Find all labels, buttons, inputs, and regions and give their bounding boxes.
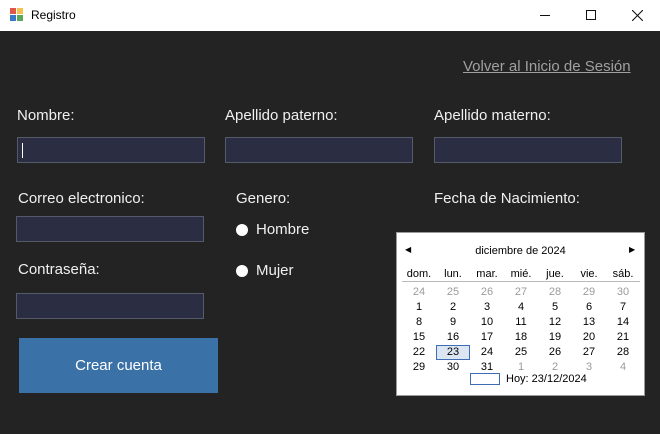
calendar-day[interactable]: 26 xyxy=(470,285,504,300)
correo-label: Correo electronico: xyxy=(18,190,145,207)
crear-cuenta-button[interactable]: Crear cuenta xyxy=(19,338,218,393)
weekday-label: sáb. xyxy=(612,268,634,280)
title-bar: Registro xyxy=(0,0,660,31)
weekday-label: dom. xyxy=(406,268,432,280)
app-icon xyxy=(10,8,24,22)
calendar-today-footer[interactable]: Hoy: 23/12/2024 xyxy=(470,373,587,385)
nombre-input[interactable] xyxy=(17,137,205,163)
calendar-week: 15 16 17 18 19 20 21 xyxy=(402,330,640,345)
calendar-day[interactable]: 20 xyxy=(572,330,606,345)
calendar-day[interactable]: 22 xyxy=(402,345,436,360)
apellido-paterno-input[interactable] xyxy=(225,137,413,163)
calendar-day[interactable]: 6 xyxy=(572,300,606,315)
calendar-day[interactable]: 14 xyxy=(606,315,640,330)
calendar-day[interactable]: 29 xyxy=(402,360,436,375)
calendar-day[interactable]: 7 xyxy=(606,300,640,315)
radio-circle-icon xyxy=(236,264,248,277)
calendar-month-title: diciembre de 2024 xyxy=(475,245,566,257)
calendar-grid: 24 25 26 27 28 29 30 1 2 3 4 5 6 7 8 9 1… xyxy=(402,285,640,375)
fecha-nacimiento-label: Fecha de Nacimiento: xyxy=(434,190,580,207)
calendar-day[interactable]: 25 xyxy=(436,285,470,300)
calendar-day[interactable]: 27 xyxy=(572,345,606,360)
calendar-day[interactable]: 29 xyxy=(572,285,606,300)
calendar-day[interactable]: 4 xyxy=(606,360,640,375)
calendar-day[interactable]: 27 xyxy=(504,285,538,300)
prev-month-icon[interactable]: ◀ xyxy=(405,245,411,254)
genero-label: Genero: xyxy=(236,190,291,207)
calendar-day[interactable]: 10 xyxy=(470,315,504,330)
calendar-day-selected[interactable]: 23 xyxy=(436,345,470,360)
weekday-label: jue. xyxy=(546,268,564,280)
window-title: Registro xyxy=(31,8,76,22)
weekday-label: mié. xyxy=(510,268,532,280)
calendar-day[interactable]: 25 xyxy=(504,345,538,360)
calendar-day[interactable]: 13 xyxy=(572,315,606,330)
correo-input[interactable] xyxy=(16,216,204,242)
today-marker-icon xyxy=(470,373,500,385)
weekday-label: lun. xyxy=(444,268,462,280)
calendar-weekdays: dom. lun. mar. mié. jue. vie. sáb. xyxy=(402,268,640,282)
nombre-label: Nombre: xyxy=(17,107,75,124)
calendar-day[interactable]: 24 xyxy=(470,345,504,360)
minimize-icon xyxy=(540,15,550,16)
radio-hombre[interactable]: Hombre xyxy=(236,221,309,238)
calendar-day[interactable]: 11 xyxy=(504,315,538,330)
radio-mujer[interactable]: Mujer xyxy=(236,262,294,279)
radio-mujer-label: Mujer xyxy=(256,262,294,279)
apellido-materno-label: Apellido materno: xyxy=(434,107,551,124)
close-button[interactable] xyxy=(614,0,660,30)
calendar-day[interactable]: 5 xyxy=(538,300,572,315)
calendar-day[interactable]: 16 xyxy=(436,330,470,345)
calendar-day[interactable]: 18 xyxy=(504,330,538,345)
maximize-icon xyxy=(586,10,596,20)
calendar-day[interactable]: 9 xyxy=(436,315,470,330)
calendar-day[interactable]: 1 xyxy=(402,300,436,315)
radio-hombre-label: Hombre xyxy=(256,221,310,238)
radio-circle-icon xyxy=(236,223,248,236)
calendar-day[interactable]: 3 xyxy=(470,300,504,315)
calendar-day[interactable]: 26 xyxy=(538,345,572,360)
calendar-day[interactable]: 2 xyxy=(436,300,470,315)
calendar-day[interactable]: 30 xyxy=(606,285,640,300)
calendar-week: 24 25 26 27 28 29 30 xyxy=(402,285,640,300)
registration-form: Volver al Inicio de Sesión Nombre: Apell… xyxy=(0,31,660,434)
weekday-label: mar. xyxy=(476,268,498,280)
calendar-day[interactable]: 17 xyxy=(470,330,504,345)
calendar-day[interactable]: 12 xyxy=(538,315,572,330)
calendar-day[interactable]: 8 xyxy=(402,315,436,330)
calendar-day[interactable]: 30 xyxy=(436,360,470,375)
calendar-day[interactable]: 24 xyxy=(402,285,436,300)
contrasena-label: Contraseña: xyxy=(18,261,100,278)
apellido-paterno-label: Apellido paterno: xyxy=(225,107,338,124)
calendar-day[interactable]: 15 xyxy=(402,330,436,345)
maximize-button[interactable] xyxy=(568,0,614,30)
weekday-label: vie. xyxy=(580,268,598,280)
calendar-header: diciembre de 2024 ◀ ▶ xyxy=(397,244,644,260)
birth-date-calendar[interactable]: diciembre de 2024 ◀ ▶ dom. lun. mar. mié… xyxy=(396,232,645,396)
back-to-login-link[interactable]: Volver al Inicio de Sesión xyxy=(463,58,631,75)
minimize-button[interactable] xyxy=(522,0,568,30)
calendar-week: 22 23 24 25 26 27 28 xyxy=(402,345,640,360)
today-label: Hoy: 23/12/2024 xyxy=(506,373,587,385)
calendar-day[interactable]: 4 xyxy=(504,300,538,315)
calendar-day[interactable]: 19 xyxy=(538,330,572,345)
calendar-day[interactable]: 21 xyxy=(606,330,640,345)
calendar-week: 8 9 10 11 12 13 14 xyxy=(402,315,640,330)
close-icon xyxy=(631,9,643,21)
apellido-materno-input[interactable] xyxy=(434,137,622,163)
calendar-week: 1 2 3 4 5 6 7 xyxy=(402,300,640,315)
contrasena-input[interactable] xyxy=(16,293,204,319)
next-month-icon[interactable]: ▶ xyxy=(629,245,635,254)
calendar-day[interactable]: 28 xyxy=(606,345,640,360)
calendar-day[interactable]: 28 xyxy=(538,285,572,300)
